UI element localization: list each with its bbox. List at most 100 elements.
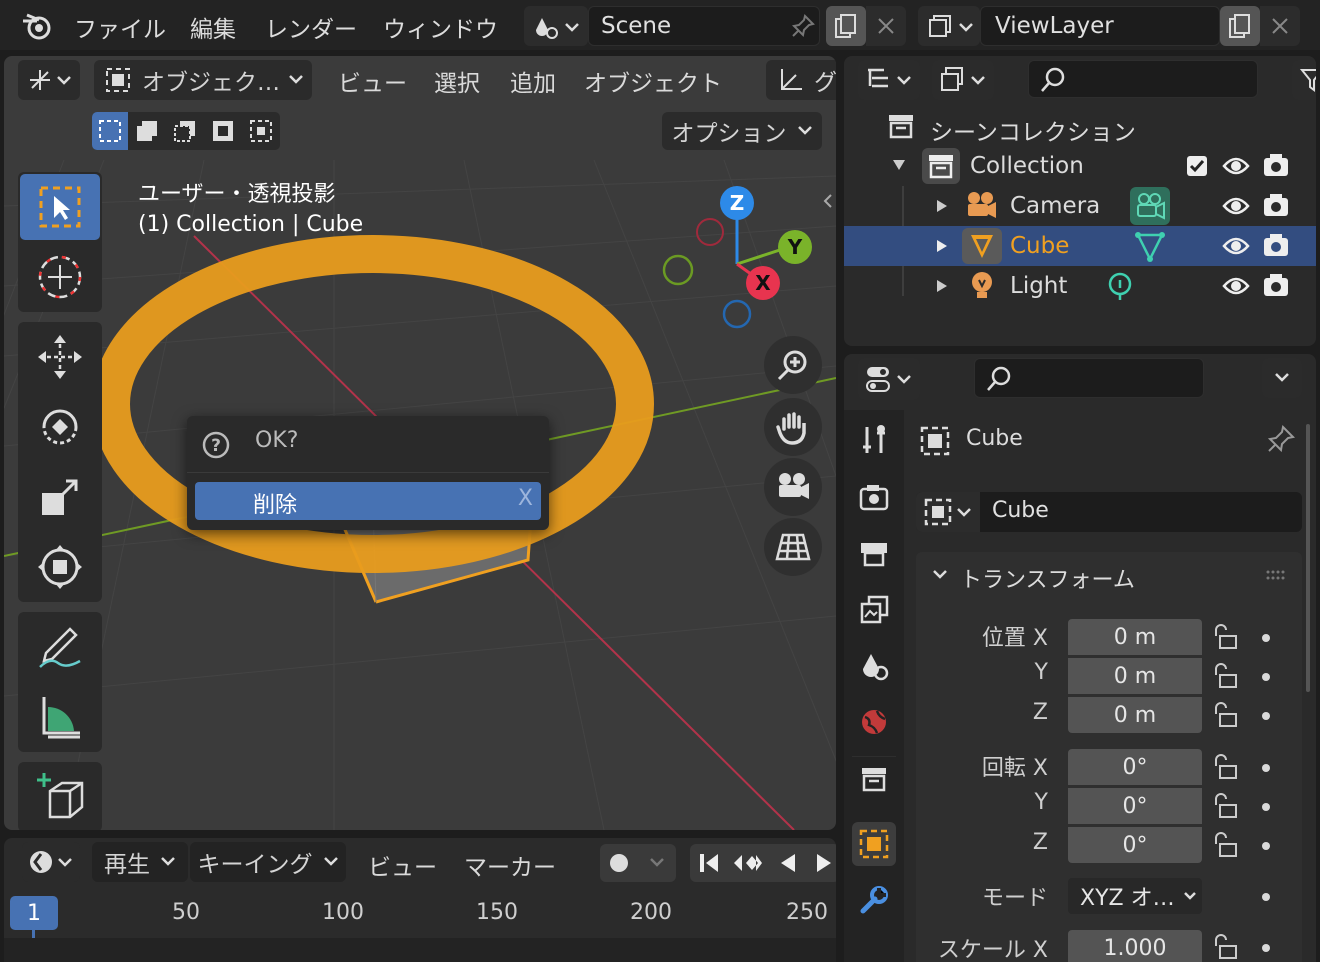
jump-start-icon[interactable] xyxy=(690,852,728,874)
new-scene-button[interactable] xyxy=(826,6,866,46)
outliner-search-input[interactable] xyxy=(1028,60,1258,98)
collection-row[interactable]: Collection xyxy=(844,146,1316,186)
output-tab-icon[interactable] xyxy=(852,532,896,576)
scene-collection-row[interactable]: シーンコレクション xyxy=(844,106,1316,146)
rotation-y-field[interactable]: 0° xyxy=(1068,788,1202,824)
location-y-field[interactable]: 0 m xyxy=(1068,658,1202,694)
expand-arrow-icon[interactable] xyxy=(936,239,948,253)
render-camera-icon[interactable] xyxy=(1262,152,1290,178)
render-camera-icon[interactable] xyxy=(1262,192,1290,218)
play-icon[interactable] xyxy=(808,852,836,874)
viewlayer-name-field[interactable]: ViewLayer xyxy=(980,6,1220,46)
add-cube-tool[interactable] xyxy=(20,764,100,830)
menu-view[interactable]: ビュー xyxy=(338,64,407,98)
options-dropdown[interactable]: オプション xyxy=(662,112,822,150)
menu-select[interactable]: 選択 xyxy=(434,64,480,98)
collection-tab-icon[interactable] xyxy=(852,756,896,800)
outliner-row-camera[interactable]: Camera xyxy=(844,186,1316,226)
lock-icon[interactable] xyxy=(1210,932,1240,962)
light-data-icon[interactable] xyxy=(1106,272,1134,302)
timeline-menu-marker[interactable]: マーカー xyxy=(464,848,556,882)
filter-icon[interactable] xyxy=(1292,60,1316,100)
properties-scrollbar[interactable] xyxy=(1306,424,1310,692)
keyframe-dot-icon[interactable] xyxy=(1262,893,1270,901)
eye-icon[interactable] xyxy=(1222,154,1250,178)
menu-object[interactable]: オブジェクト xyxy=(584,64,722,98)
display-mode-button[interactable] xyxy=(932,60,994,100)
eye-icon[interactable] xyxy=(1222,234,1250,258)
expand-arrow-icon[interactable] xyxy=(936,199,948,213)
lock-icon[interactable] xyxy=(1210,661,1240,691)
scene-browse-button[interactable] xyxy=(524,6,588,46)
editor-type-button[interactable] xyxy=(18,60,80,100)
outliner-row-light[interactable]: Light xyxy=(844,266,1316,306)
jump-keyframe-icon[interactable] xyxy=(728,852,768,874)
select-new-icon[interactable] xyxy=(92,112,128,150)
object-browse-button[interactable] xyxy=(916,492,980,532)
scale-tool[interactable] xyxy=(20,464,100,530)
modifier-tab-icon[interactable] xyxy=(852,878,896,922)
current-frame-indicator[interactable]: 1 xyxy=(10,896,58,930)
expand-arrow-icon[interactable] xyxy=(936,279,948,293)
gizmo-z-axis[interactable]: Z xyxy=(720,186,754,220)
timeline-editor-type-button[interactable] xyxy=(22,842,80,882)
keyframe-dot-icon[interactable] xyxy=(1262,673,1270,681)
blender-logo-icon[interactable] xyxy=(14,6,58,46)
eye-icon[interactable] xyxy=(1222,194,1250,218)
new-viewlayer-button[interactable] xyxy=(1220,6,1260,46)
keyframe-dot-icon[interactable] xyxy=(1262,944,1270,952)
close-icon[interactable] xyxy=(1260,6,1300,46)
keying-menu[interactable]: キーイング xyxy=(190,842,346,882)
render-tab-icon[interactable] xyxy=(852,476,896,520)
rotate-tool[interactable] xyxy=(20,394,100,460)
transform-orientation-button[interactable]: グ xyxy=(766,60,836,100)
playback-menu[interactable]: 再生 xyxy=(92,842,188,882)
keyframe-dot-icon[interactable] xyxy=(1262,764,1270,772)
outliner-editor-type-button[interactable] xyxy=(858,60,920,100)
scale-x-field[interactable]: 1.000 xyxy=(1068,930,1202,962)
menu-edit[interactable]: 編集 xyxy=(190,10,236,44)
expand-arrow-icon[interactable] xyxy=(892,158,906,172)
object-datablock-field[interactable]: Cube xyxy=(916,492,1302,532)
scene-tab-icon[interactable] xyxy=(852,644,896,688)
rotation-x-field[interactable]: 0° xyxy=(1068,749,1202,785)
auto-keying-button[interactable] xyxy=(600,844,676,882)
viewlayer-browse-button[interactable] xyxy=(918,6,980,46)
camera-data-icon[interactable] xyxy=(1130,187,1170,225)
select-box-tool[interactable] xyxy=(20,174,100,240)
mesh-data-icon[interactable] xyxy=(1134,231,1166,263)
menu-add[interactable]: 追加 xyxy=(510,64,556,98)
properties-options-button[interactable] xyxy=(1262,358,1302,398)
lock-icon[interactable] xyxy=(1210,752,1240,782)
annotate-tool[interactable] xyxy=(20,614,100,680)
transform-panel-header[interactable]: トランスフォーム xyxy=(916,552,1302,600)
outliner-row-cube[interactable]: Cube xyxy=(844,226,1316,266)
render-camera-icon[interactable] xyxy=(1262,232,1290,258)
pan-hand-icon[interactable] xyxy=(764,398,822,456)
gizmo-x-axis[interactable]: X xyxy=(746,266,780,300)
keyframe-dot-icon[interactable] xyxy=(1262,712,1270,720)
drag-handle-icon[interactable] xyxy=(1266,570,1288,582)
keyframe-dot-icon[interactable] xyxy=(1262,803,1270,811)
mode-selector[interactable]: オブジェク… xyxy=(94,60,312,100)
object-tab-icon[interactable] xyxy=(852,822,896,866)
lock-icon[interactable] xyxy=(1210,622,1240,652)
cursor-tool[interactable] xyxy=(20,244,100,310)
rotation-mode-dropdown[interactable]: XYZ オ… xyxy=(1068,878,1202,914)
3d-viewport[interactable]: オブジェク… ビュー 選択 追加 オブジェクト グ オプション ユーザー・透視投… xyxy=(4,56,836,830)
sidebar-toggle-icon[interactable] xyxy=(820,186,836,216)
pin-icon[interactable] xyxy=(1266,424,1296,454)
frame-ruler[interactable] xyxy=(4,892,836,936)
rotation-z-field[interactable]: 0° xyxy=(1068,827,1202,863)
view-layer-tab-icon[interactable] xyxy=(852,588,896,632)
lock-icon[interactable] xyxy=(1210,791,1240,821)
keyframe-dot-icon[interactable] xyxy=(1262,634,1270,642)
play-reverse-icon[interactable] xyxy=(768,852,808,874)
properties-editor-type-button[interactable] xyxy=(858,358,920,400)
timeline-menu-view[interactable]: ビュー xyxy=(368,848,437,882)
select-extend-icon[interactable] xyxy=(128,112,166,150)
lock-icon[interactable] xyxy=(1210,700,1240,730)
perspective-grid-icon[interactable] xyxy=(764,518,822,576)
select-invert-icon[interactable] xyxy=(204,112,242,150)
keyframe-dot-icon[interactable] xyxy=(1262,842,1270,850)
